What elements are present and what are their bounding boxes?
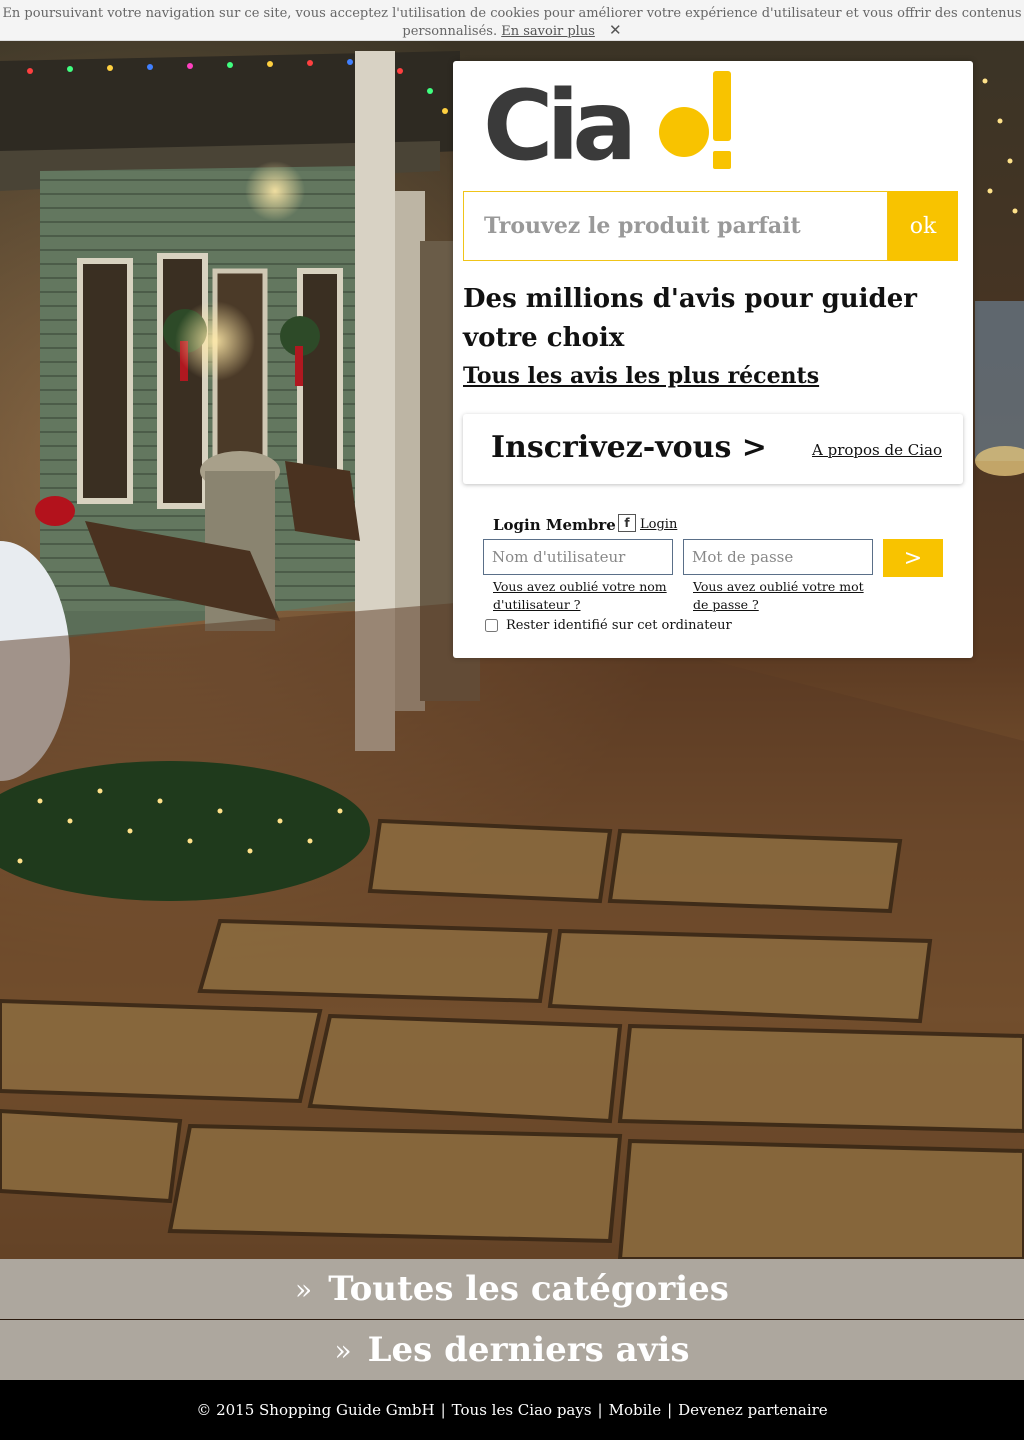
- search-button[interactable]: ok: [888, 191, 958, 261]
- search-bar: ok: [463, 191, 958, 261]
- remember-me-label: Rester identifié sur cet ordinateur: [506, 618, 732, 633]
- footer-partner-link[interactable]: Devenez partenaire: [678, 1401, 828, 1419]
- remember-me-checkbox[interactable]: [485, 619, 498, 632]
- password-field[interactable]: [683, 539, 873, 575]
- exclamation-dot: [713, 151, 731, 169]
- facebook-icon[interactable]: f: [618, 514, 636, 532]
- ciao-logo[interactable]: Cia: [483, 71, 743, 181]
- footer-separator: |: [597, 1401, 603, 1419]
- remember-me[interactable]: Rester identifié sur cet ordinateur: [485, 618, 732, 633]
- double-chevron-icon: »: [295, 1272, 313, 1306]
- signup-link[interactable]: Inscrivez-vous >: [491, 430, 767, 465]
- login-submit-button[interactable]: >: [883, 539, 943, 577]
- footer-separator: |: [667, 1401, 673, 1419]
- all-categories-label: Toutes les catégories: [328, 1269, 729, 1309]
- facebook-login-link[interactable]: Login: [640, 517, 677, 532]
- footer-countries-link[interactable]: Tous les Ciao pays: [452, 1401, 592, 1419]
- username-field[interactable]: [483, 539, 673, 575]
- speech-bubble-icon: [659, 107, 709, 157]
- cookie-learn-more-link[interactable]: En savoir plus: [501, 24, 595, 39]
- signup-box: Inscrivez-vous > A propos de Ciao: [463, 414, 963, 484]
- about-ciao-link[interactable]: A propos de Ciao: [812, 441, 942, 459]
- login-title: Login Membre: [493, 516, 616, 534]
- footer: © 2015 Shopping Guide GmbH | Tous les Ci…: [0, 1380, 1024, 1440]
- close-icon[interactable]: ✕: [609, 21, 622, 39]
- logo-wordmark: Cia: [483, 70, 637, 182]
- all-categories-link[interactable]: » Toutes les catégories: [0, 1259, 1024, 1319]
- forgot-username-link[interactable]: Vous avez oublié votre nom d'utilisateur…: [493, 578, 668, 614]
- main-card: Cia ok Des millions d'avis pour guider v…: [453, 61, 973, 658]
- footer-mobile-link[interactable]: Mobile: [609, 1401, 661, 1419]
- recent-reviews-link[interactable]: Tous les avis les plus récents: [463, 363, 819, 389]
- latest-reviews-link[interactable]: » Les derniers avis: [0, 1320, 1024, 1380]
- page-headline: Des millions d'avis pour guider votre ch…: [463, 284, 917, 353]
- search-input[interactable]: [463, 191, 888, 261]
- cookie-banner: En poursuivant votre navigation sur ce s…: [0, 0, 1024, 41]
- logo-text: Cia: [483, 70, 637, 182]
- footer-separator: |: [440, 1401, 446, 1419]
- footer-copyright: © 2015 Shopping Guide GmbH: [196, 1401, 435, 1419]
- exclamation-icon: [713, 71, 731, 141]
- forgot-password-link[interactable]: Vous avez oublié votre mot de passe ?: [693, 578, 868, 614]
- latest-reviews-label: Les derniers avis: [367, 1330, 690, 1370]
- double-chevron-icon: »: [334, 1333, 352, 1367]
